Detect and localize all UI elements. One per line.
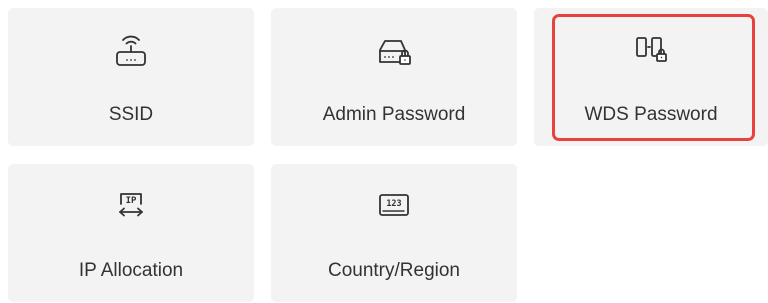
tile-ip-allocation[interactable]: IP IP Allocation bbox=[8, 164, 254, 302]
wds-lock-icon bbox=[629, 32, 673, 68]
tile-country-region[interactable]: 123 Country/Region bbox=[271, 164, 517, 302]
region-icon-text: 123 bbox=[386, 199, 401, 209]
country-region-icon: 123 bbox=[372, 188, 416, 224]
tile-ssid[interactable]: SSID bbox=[8, 8, 254, 146]
tile-label: Admin Password bbox=[322, 104, 466, 125]
ip-allocation-icon: IP bbox=[109, 188, 153, 224]
router-wifi-icon bbox=[109, 32, 153, 68]
tile-admin-password[interactable]: Admin Password bbox=[271, 8, 517, 146]
router-lock-icon bbox=[372, 32, 416, 68]
tile-label: IP Allocation bbox=[78, 260, 184, 281]
tile-label: WDS Password bbox=[584, 104, 718, 125]
tile-wds-password[interactable]: WDS Password bbox=[534, 8, 768, 146]
ip-icon-text: IP bbox=[126, 196, 137, 206]
tile-label: Country/Region bbox=[327, 260, 461, 281]
tile-label: SSID bbox=[108, 104, 154, 125]
